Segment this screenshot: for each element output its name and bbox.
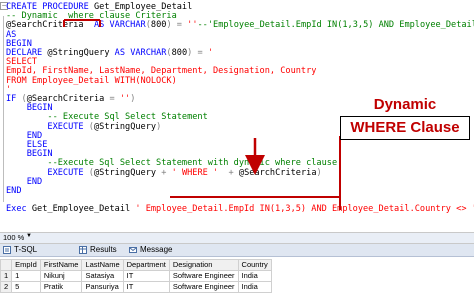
zoom-value[interactable]: 100 %: [3, 233, 24, 242]
code-token: @StringQuery: [93, 121, 157, 132]
code-token: --'Employee_Detail.EmpId IN(1,3,5) AND E…: [197, 20, 474, 31]
table-row[interactable]: 2 5 Pratik Pansuriya IT Software Engineer Indi…: [0, 281, 272, 293]
row-number[interactable]: 2: [0, 281, 13, 293]
results-table: EmpId FirstName LastName Department Designat…: [0, 259, 272, 293]
tab-message-label: Message: [140, 245, 173, 254]
results-grid: EmpId FirstName LastName Department Designat…: [0, 257, 474, 296]
code-line[interactable]: Exec Get_Employee_Detail ' Employee_Deta…: [6, 204, 474, 214]
table-header-row: EmpId FirstName LastName Department Designat…: [0, 259, 272, 271]
code-line[interactable]: @SearchCriteria AS VARCHAR(800) = ''--'E…: [6, 20, 474, 30]
column-header[interactable]: LastName: [81, 259, 124, 271]
tab-results-label: Results: [90, 245, 117, 254]
table-cell[interactable]: 5: [11, 281, 41, 293]
callout-line1: Dynamic: [373, 96, 437, 113]
code-token: '': [119, 94, 131, 104]
table-cell[interactable]: Pratik: [39, 281, 83, 293]
table-cell[interactable]: India: [237, 270, 272, 282]
code-token: ) =: [187, 48, 208, 58]
callout-label: Dynamic: [340, 96, 470, 114]
row-number[interactable]: 1: [0, 270, 13, 282]
results-tabs: T-SQL Results Message: [0, 244, 474, 257]
table-cell[interactable]: Nikunj: [39, 270, 83, 282]
table-cell[interactable]: Software Engineer: [168, 281, 239, 293]
outline-guide: [3, 16, 4, 202]
code-token: ): [156, 121, 162, 132]
code-line[interactable]: EXECUTE (@StringQuery + ' WHERE ' + @Sea…: [6, 167, 322, 178]
code-token: @StringQuery: [93, 167, 162, 178]
code-token: 800: [150, 20, 167, 31]
table-cell[interactable]: 1: [11, 270, 41, 282]
grid-icon: [79, 246, 87, 254]
code-line[interactable]: FROM Employee_Detail WITH(NOLOCK): [6, 76, 177, 86]
column-header[interactable]: [0, 259, 13, 271]
code-line[interactable]: END: [6, 186, 22, 196]
table-row[interactable]: 1 1 Nikunj Satasiya IT Software Engineer India: [0, 270, 272, 282]
code-token: ): [130, 94, 136, 104]
column-header[interactable]: EmpId: [11, 259, 41, 271]
message-icon: [129, 247, 137, 253]
code-token: FROM Employee_Detail WITH(NOLOCK): [6, 75, 177, 86]
code-token: Exec: [6, 204, 32, 215]
column-header[interactable]: Department: [122, 259, 170, 271]
code-token: ': [207, 48, 214, 58]
table-cell[interactable]: Satasiya: [81, 270, 124, 282]
code-token: ' WHERE ': [171, 167, 224, 178]
code-token: '': [187, 20, 198, 31]
tab-tsql-label: T-SQL: [14, 245, 38, 254]
code-token: ' Employee_Detail.EmpId IN(1,3,5) AND Em…: [135, 204, 474, 215]
callout-box: WHERE Clause: [340, 116, 470, 140]
code-token: END: [6, 186, 22, 196]
code-token: @SearchCriteria: [238, 167, 317, 178]
script-icon: [3, 246, 11, 254]
chevron-down-icon[interactable]: ▼: [26, 233, 32, 239]
column-header[interactable]: FirstName: [39, 259, 83, 271]
code-token: ): [316, 167, 322, 178]
tab-results[interactable]: Results: [76, 245, 121, 255]
code-token: +: [161, 167, 172, 178]
code-token: +: [223, 167, 239, 178]
column-header[interactable]: Designation: [168, 259, 239, 271]
code-token: ) =: [166, 20, 188, 31]
code-line[interactable]: DECLARE @StringQuery AS VARCHAR(800) = ': [6, 48, 213, 58]
callout-line2: WHERE Clause: [350, 119, 460, 136]
code-token: =: [109, 94, 120, 104]
table-cell[interactable]: India: [237, 281, 272, 293]
table-cell[interactable]: IT: [122, 270, 170, 282]
table-cell[interactable]: IT: [122, 281, 170, 293]
code-token: @SearchCriteria: [6, 20, 94, 31]
code-token: 800: [171, 48, 188, 58]
code-token: AS VARCHAR: [93, 20, 146, 31]
code-token: @StringQuery: [47, 48, 115, 58]
tab-message[interactable]: Message: [126, 245, 176, 255]
table-cell[interactable]: Pansuriya: [81, 281, 124, 293]
zoom-bar: 100 % ▼: [0, 233, 474, 244]
tab-tsql[interactable]: T-SQL: [0, 245, 41, 255]
code-token: Get_Employee_Detail: [31, 204, 136, 215]
column-header[interactable]: Country: [237, 259, 272, 271]
code-token: AS VARCHAR: [114, 48, 167, 58]
table-cell[interactable]: Software Engineer: [168, 270, 239, 282]
